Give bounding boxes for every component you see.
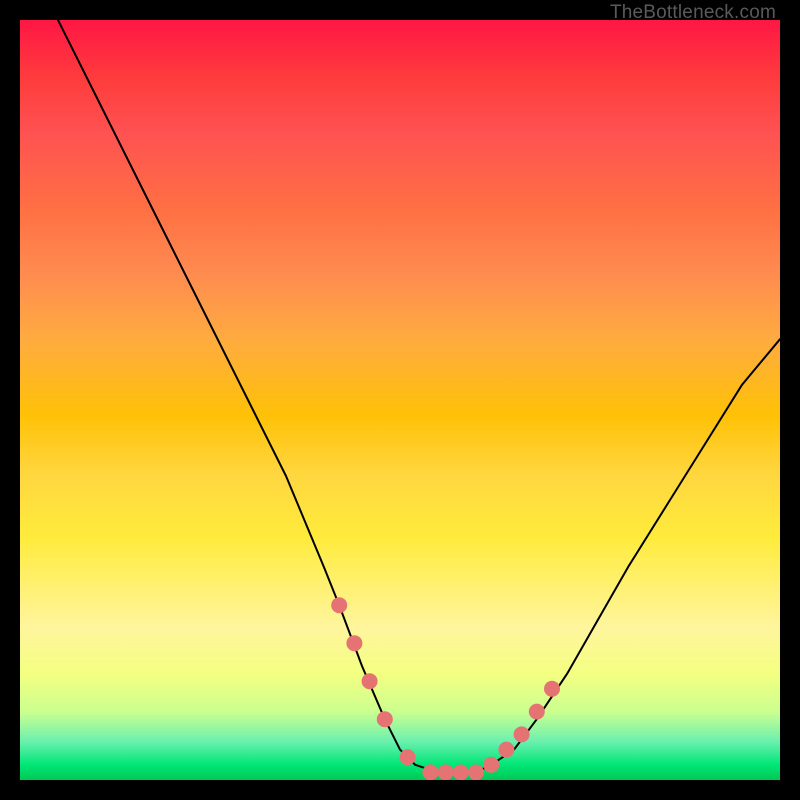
data-dot [422, 764, 438, 780]
data-dot [453, 764, 469, 780]
data-dot [377, 711, 393, 727]
chart-frame: TheBottleneck.com [0, 0, 800, 800]
data-dot [483, 757, 499, 773]
data-dot [362, 673, 378, 689]
data-dots [331, 597, 560, 780]
data-dot [346, 635, 362, 651]
data-dot [468, 764, 484, 780]
bottleneck-curve [58, 20, 780, 772]
plot-area [20, 20, 780, 780]
data-dot [544, 681, 560, 697]
data-dot [529, 704, 545, 720]
data-dot [498, 742, 514, 758]
chart-svg [20, 20, 780, 780]
data-dot [400, 749, 416, 765]
data-dot [514, 726, 530, 742]
curve-group [58, 20, 780, 772]
data-dot [331, 597, 347, 613]
data-dot [438, 764, 454, 780]
